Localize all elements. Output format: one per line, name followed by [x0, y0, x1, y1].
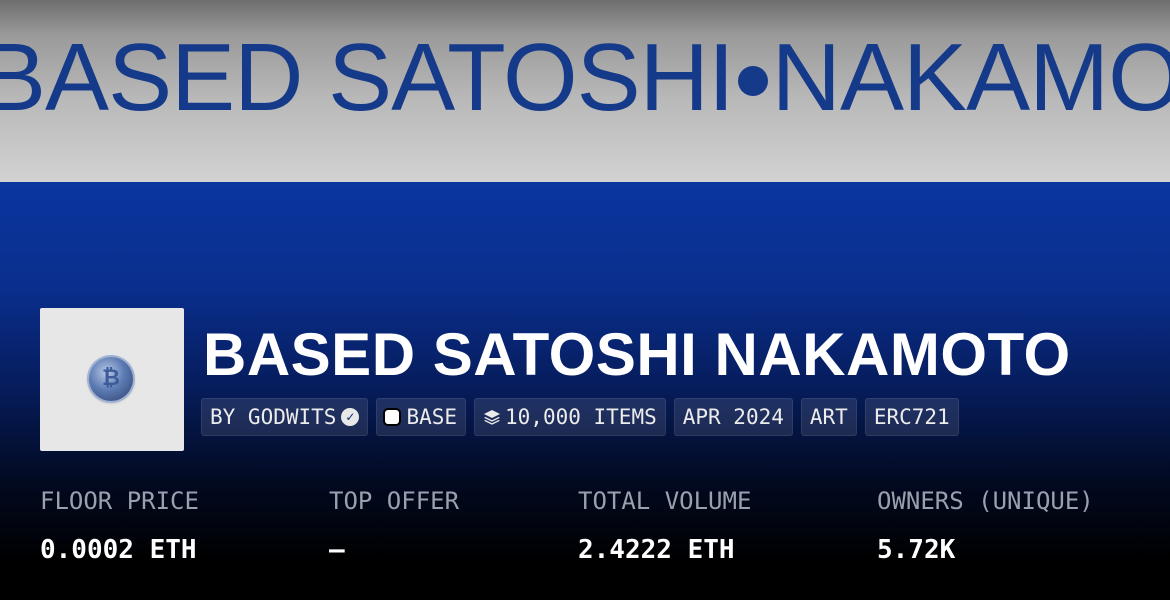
items-label: 10,000 ITEMS — [505, 405, 657, 429]
category-label: ART — [809, 405, 848, 429]
stat-total-volume: TOTAL VOLUME 2.4222 ETH — [578, 485, 751, 566]
stat-floor-price: FLOOR PRICE 0.0002 ETH — [40, 485, 199, 566]
stat-label: OWNERS (UNIQUE) — [877, 487, 1094, 515]
creator-tag[interactable]: BY GODWITS ✓ — [201, 398, 369, 436]
layers-icon — [484, 410, 501, 425]
collection-banner: BASED SATOSHI NAKAMOTO — [0, 0, 1170, 182]
category-tag[interactable]: ART — [800, 398, 857, 436]
standard-tag: ERC721 — [864, 398, 959, 436]
collection-avatar[interactable]: ₿ — [40, 308, 184, 451]
chain-label: BASE — [406, 405, 458, 429]
bitcoin-coin-icon: ₿ — [89, 357, 133, 401]
banner-text-right: NAKAMOTO — [771, 24, 1170, 131]
date-tag: APR 2024 — [673, 398, 793, 436]
stat-label: TOP OFFER — [329, 487, 460, 515]
collection-stats: FLOOR PRICE 0.0002 ETH TOP OFFER — TOTAL… — [40, 485, 1150, 575]
items-tag: 10,000 ITEMS — [474, 398, 666, 436]
bitcoin-symbol: ₿ — [102, 366, 120, 391]
verified-icon: ✓ — [341, 408, 360, 426]
base-chain-icon — [385, 410, 400, 424]
stat-label: FLOOR PRICE — [40, 487, 199, 515]
banner-text: BASED SATOSHINAKAMOTO — [0, 30, 1170, 126]
banner-dot — [737, 65, 768, 96]
banner-text-left: BASED SATOSHI — [0, 24, 735, 131]
chain-tag[interactable]: BASE — [376, 398, 467, 436]
collection-page: BASED SATOSHI NAKAMOTO ₿ BASED SATOSHI NA… — [0, 0, 1170, 600]
collection-title: BASED SATOSHI NAKAMOTO — [203, 321, 1071, 388]
stat-value: 2.4222 ETH — [578, 535, 735, 565]
standard-label: ERC721 — [873, 405, 950, 429]
stat-owners: OWNERS (UNIQUE) 5.72K — [877, 485, 1094, 566]
stat-value: — — [329, 535, 345, 565]
creator-label: BY GODWITS — [210, 405, 337, 429]
stat-value: 5.72K — [877, 535, 956, 565]
collection-tags: BY GODWITS ✓ BASE 10,000 ITEMS APR 2024 … — [201, 398, 959, 436]
stat-label: TOTAL VOLUME — [578, 487, 752, 515]
stat-value: 0.0002 ETH — [40, 535, 197, 565]
stat-top-offer: TOP OFFER — — [329, 485, 459, 566]
date-label: APR 2024 — [682, 405, 784, 429]
